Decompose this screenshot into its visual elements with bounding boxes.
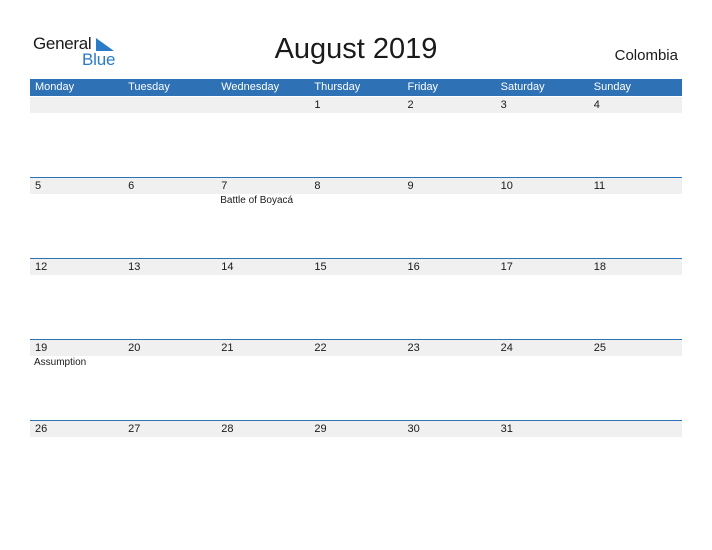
day-number: 5 bbox=[35, 180, 42, 192]
day-number: 1 bbox=[314, 99, 321, 111]
day-cell bbox=[216, 97, 309, 113]
day-cell: 6 bbox=[123, 178, 216, 207]
day-number: 20 bbox=[128, 342, 141, 354]
day-number bbox=[594, 421, 682, 437]
day-number: 23 bbox=[407, 342, 420, 354]
day-number: 6 bbox=[128, 180, 135, 192]
day-cell: 29 bbox=[309, 421, 402, 437]
day-cell: 28 bbox=[216, 421, 309, 437]
day-number: 25 bbox=[593, 342, 606, 354]
day-cell: 22 bbox=[309, 340, 402, 369]
weekday-sunday: Sunday bbox=[593, 81, 632, 93]
day-number: 13 bbox=[128, 261, 141, 273]
day-cell: 3 bbox=[496, 97, 589, 113]
day-cell: 1 bbox=[309, 97, 402, 113]
day-cell: 8 bbox=[309, 178, 402, 207]
day-cell: 18 bbox=[589, 259, 682, 275]
day-number: 31 bbox=[500, 423, 513, 435]
day-cell: 24 bbox=[496, 340, 589, 369]
day-cell: 16 bbox=[403, 259, 496, 275]
day-number: 14 bbox=[221, 261, 234, 273]
day-number: 11 bbox=[593, 180, 606, 192]
week-row: 12 13 14 15 16 17 18 bbox=[30, 258, 682, 340]
day-number: 24 bbox=[500, 342, 513, 354]
day-cell: 14 bbox=[216, 259, 309, 275]
day-cell: 26 bbox=[30, 421, 123, 437]
day-number: 28 bbox=[221, 423, 234, 435]
day-cell: 31 bbox=[496, 421, 589, 437]
holiday-label: Battle of Boyacá bbox=[220, 195, 294, 206]
weekday-header: Monday Tuesday Wednesday Thursday Friday… bbox=[30, 79, 682, 96]
day-cell: 23 bbox=[403, 340, 496, 369]
day-cell: 10 bbox=[496, 178, 589, 207]
country-label: Colombia bbox=[614, 47, 678, 64]
day-number: 9 bbox=[407, 180, 414, 192]
day-number: 30 bbox=[407, 423, 420, 435]
day-number: 16 bbox=[407, 261, 420, 273]
day-number: 27 bbox=[128, 423, 141, 435]
day-number: 10 bbox=[500, 180, 513, 192]
week-row: 5 6 7 Battle of Boyacá 8 9 10 11 bbox=[30, 177, 682, 259]
calendar-title: August 2019 bbox=[274, 33, 438, 65]
weekday-monday: Monday bbox=[35, 81, 75, 93]
day-number: 19 bbox=[35, 342, 48, 354]
weekday-saturday: Saturday bbox=[500, 81, 545, 93]
day-cell: 12 bbox=[30, 259, 123, 275]
day-cell: 7 Battle of Boyacá bbox=[216, 178, 309, 207]
day-cell: 5 bbox=[30, 178, 123, 207]
week-row: 19 Assumption 20 21 22 23 24 25 bbox=[30, 339, 682, 421]
day-number: 18 bbox=[593, 261, 606, 273]
day-cell bbox=[30, 97, 123, 113]
day-number: 7 bbox=[221, 180, 228, 192]
weekday-wednesday: Wednesday bbox=[221, 81, 280, 93]
holiday-label: Assumption bbox=[34, 357, 87, 368]
day-cell: 9 bbox=[403, 178, 496, 207]
weekday-tuesday: Tuesday bbox=[128, 81, 170, 93]
day-cell: 13 bbox=[123, 259, 216, 275]
day-cell: 30 bbox=[403, 421, 496, 437]
day-cell: 2 bbox=[403, 97, 496, 113]
day-cell: 20 bbox=[123, 340, 216, 369]
day-number: 12 bbox=[35, 261, 48, 273]
day-cell: 25 bbox=[589, 340, 682, 369]
day-number: 4 bbox=[593, 99, 600, 111]
day-number: 22 bbox=[314, 342, 327, 354]
day-number: 3 bbox=[500, 99, 507, 111]
day-number bbox=[128, 97, 216, 113]
day-number: 29 bbox=[314, 423, 327, 435]
day-cell: 17 bbox=[496, 259, 589, 275]
day-number: 15 bbox=[314, 261, 327, 273]
day-cell: 21 bbox=[216, 340, 309, 369]
day-cell: 19 Assumption bbox=[30, 340, 123, 369]
day-number: 2 bbox=[407, 99, 414, 111]
day-number: 26 bbox=[35, 423, 48, 435]
day-cell: 4 bbox=[589, 97, 682, 113]
day-cell bbox=[589, 421, 682, 437]
day-cell: 15 bbox=[309, 259, 402, 275]
weekday-thursday: Thursday bbox=[314, 81, 361, 93]
day-number: 17 bbox=[500, 261, 513, 273]
week-row: 26 27 28 29 30 31 bbox=[30, 420, 682, 502]
day-cell: 11 bbox=[589, 178, 682, 207]
day-cell: 27 bbox=[123, 421, 216, 437]
day-number: 8 bbox=[314, 180, 321, 192]
week-row: 1 2 3 4 bbox=[30, 97, 682, 178]
weekday-friday: Friday bbox=[407, 81, 439, 93]
day-number: 21 bbox=[221, 342, 234, 354]
day-cell bbox=[123, 97, 216, 113]
day-number bbox=[221, 97, 309, 113]
day-number bbox=[35, 97, 123, 113]
